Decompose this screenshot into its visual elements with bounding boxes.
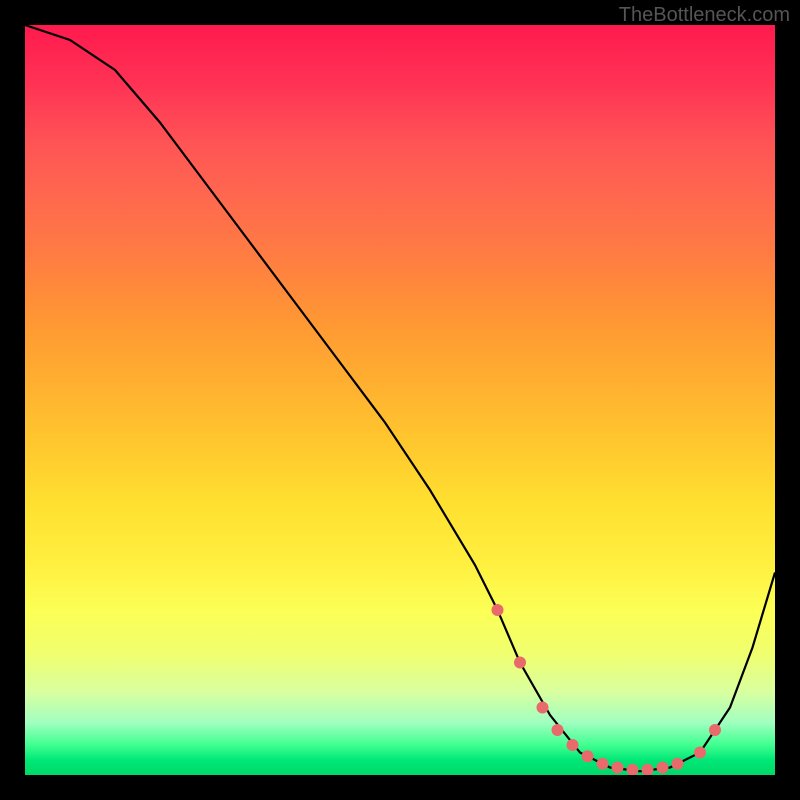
chart-marker-dot: [492, 604, 504, 616]
watermark-text: TheBottleneck.com: [619, 4, 790, 27]
chart-marker-dot: [567, 739, 579, 751]
chart-marker-dot: [672, 758, 684, 770]
chart-plot-area: [25, 25, 775, 775]
chart-marker-dot: [537, 702, 549, 714]
chart-marker-dot: [709, 724, 721, 736]
chart-marker-dot: [694, 747, 706, 759]
chart-marker-dot: [552, 724, 564, 736]
chart-marker-dot: [514, 657, 526, 669]
chart-marker-dot: [597, 758, 609, 770]
chart-marker-dot: [657, 762, 669, 774]
chart-marker-dot: [627, 764, 639, 775]
chart-svg: [25, 25, 775, 775]
chart-marker-dot: [642, 764, 654, 775]
chart-marker-dot: [582, 750, 594, 762]
chart-markers: [492, 604, 722, 775]
chart-marker-dot: [612, 762, 624, 774]
chart-line-series: [25, 25, 775, 771]
